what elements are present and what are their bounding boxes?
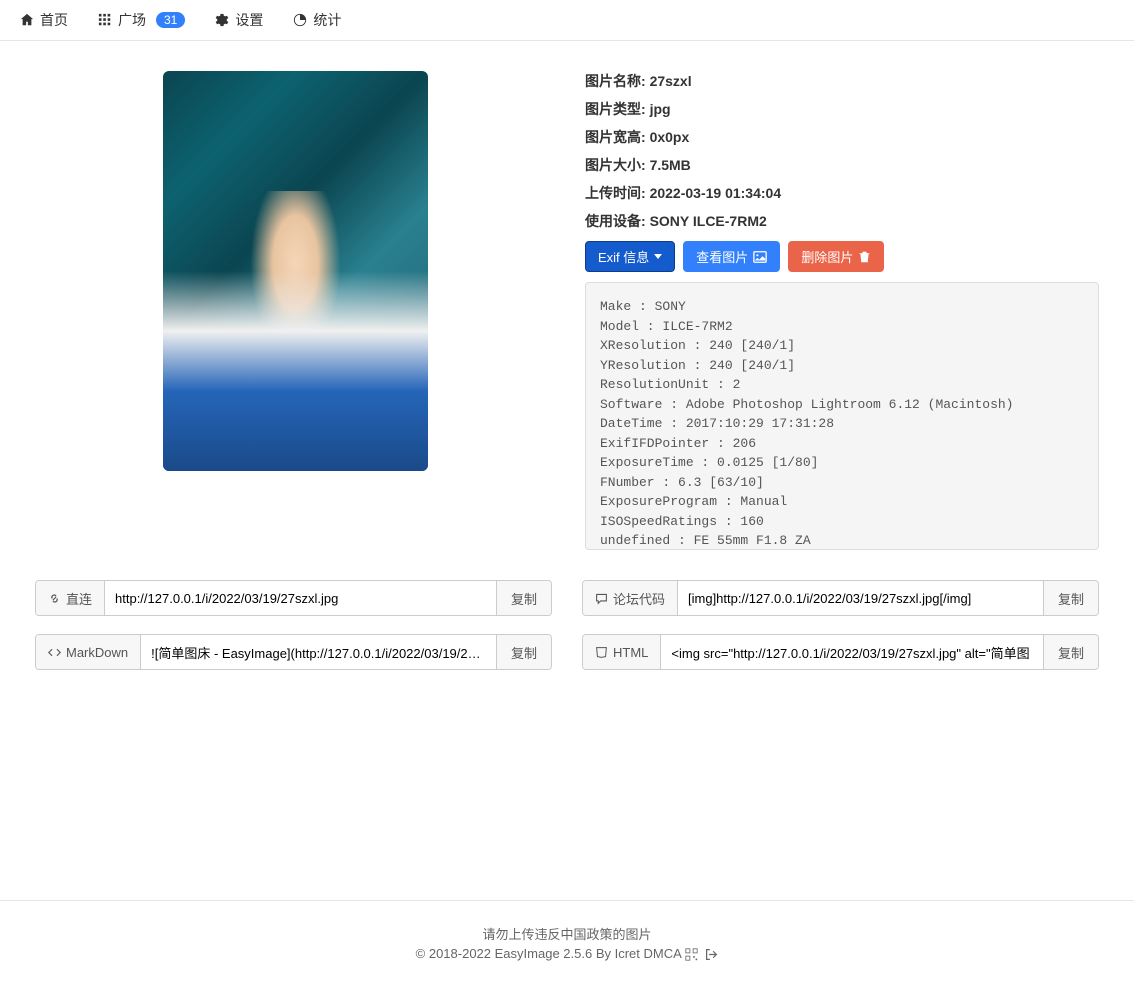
comment-icon — [595, 592, 608, 605]
nav-plaza[interactable]: 广场 31 — [98, 10, 185, 30]
direct-link-group: 直连 复制 — [35, 580, 552, 616]
footer-copyright: © 2018-2022 EasyImage 2.5.6 By Icret DMC… — [0, 946, 1134, 961]
exif-button[interactable]: Exif 信息 — [585, 241, 675, 272]
copy-direct-button[interactable]: 复制 — [496, 581, 551, 615]
delete-image-button[interactable]: 删除图片 — [788, 241, 884, 272]
link-icon — [48, 592, 61, 605]
footer-icret-link[interactable]: Icret — [615, 946, 640, 961]
footer-easyimage-link[interactable]: EasyImage 2.5.6 — [495, 946, 593, 961]
grid-icon — [98, 13, 112, 27]
info-type: 图片类型: jpg — [585, 99, 1099, 119]
image-icon — [753, 250, 767, 264]
markdown-input[interactable] — [141, 635, 496, 669]
copy-forum-button[interactable]: 复制 — [1043, 581, 1098, 615]
view-button-label: 查看图片 — [696, 247, 748, 266]
nav-home-label: 首页 — [40, 10, 68, 30]
image-preview[interactable] — [163, 71, 428, 471]
forum-code-input[interactable] — [678, 581, 1043, 615]
code-icon — [48, 646, 61, 659]
direct-link-label: 直连 — [36, 581, 105, 615]
nav-stats-label: 统计 — [313, 10, 341, 30]
forum-code-label: 论坛代码 — [583, 581, 678, 615]
nav-settings-label: 设置 — [235, 10, 263, 30]
html-code-input[interactable] — [661, 635, 1043, 669]
info-device: 使用设备: SONY ILCE-7RM2 — [585, 211, 1099, 231]
copy-html-button[interactable]: 复制 — [1043, 635, 1098, 669]
markdown-group: MarkDown 复制 — [35, 634, 552, 670]
exif-button-label: Exif 信息 — [598, 247, 649, 266]
forum-code-group: 论坛代码 复制 — [582, 580, 1099, 616]
footer: 请勿上传违反中国政策的图片 © 2018-2022 EasyImage 2.5.… — [0, 900, 1134, 984]
gear-icon — [215, 13, 229, 27]
top-nav: 首页 广场 31 设置 统计 — [0, 0, 1134, 41]
action-buttons: Exif 信息 查看图片 删除图片 — [585, 241, 1099, 272]
delete-button-label: 删除图片 — [801, 247, 853, 266]
info-name: 图片名称: 27szxl — [585, 71, 1099, 91]
html-code-label: HTML — [583, 635, 661, 669]
html-icon — [595, 646, 608, 659]
caret-down-icon — [654, 254, 662, 259]
html-code-group: HTML 复制 — [582, 634, 1099, 670]
copy-markdown-button[interactable]: 复制 — [496, 635, 551, 669]
nav-plaza-label: 广场 — [118, 10, 146, 30]
plaza-badge: 31 — [156, 12, 185, 28]
exif-info-box: Make : SONY Model : ILCE-7RM2 XResolutio… — [585, 282, 1099, 550]
qrcode-icon[interactable] — [685, 948, 698, 961]
direct-link-input[interactable] — [105, 581, 496, 615]
info-time: 上传时间: 2022-03-19 01:34:04 — [585, 183, 1099, 203]
nav-home[interactable]: 首页 — [20, 10, 68, 30]
info-dim: 图片宽高: 0x0px — [585, 127, 1099, 147]
markdown-label: MarkDown — [36, 635, 141, 669]
nav-stats[interactable]: 统计 — [293, 10, 341, 30]
logout-icon[interactable] — [705, 948, 718, 961]
view-image-button[interactable]: 查看图片 — [683, 241, 780, 272]
info-size: 图片大小: 7.5MB — [585, 155, 1099, 175]
chart-icon — [293, 13, 307, 27]
image-preview-col — [35, 71, 555, 550]
trash-icon — [858, 250, 871, 263]
footer-notice: 请勿上传违反中国政策的图片 — [0, 924, 1134, 943]
nav-settings[interactable]: 设置 — [215, 10, 263, 30]
info-col: 图片名称: 27szxl 图片类型: jpg 图片宽高: 0x0px 图片大小:… — [585, 71, 1099, 550]
home-icon — [20, 13, 34, 27]
